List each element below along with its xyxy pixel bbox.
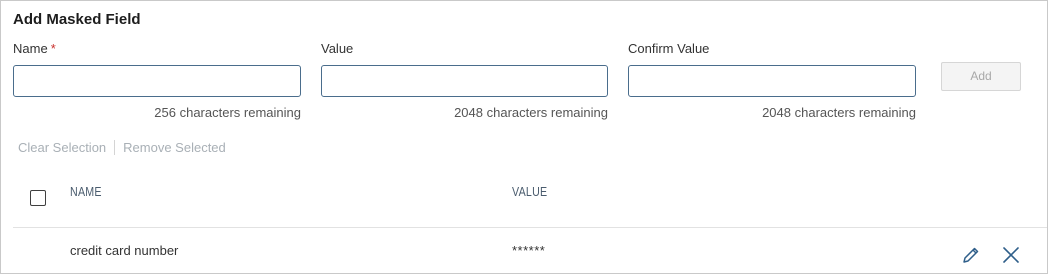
header-divider [13,227,1047,228]
column-header-value[interactable]: VALUE [512,184,547,199]
value-input[interactable] [321,65,608,97]
row-value-cell: ****** [512,243,546,258]
value-label: Value [321,41,354,56]
required-mark: * [50,41,56,56]
confirm-value-input[interactable] [628,65,916,97]
masked-field-panel: Add Masked Field Name * 256 characters re… [0,0,1048,274]
panel-title: Add Masked Field [13,11,141,28]
confirm-value-label: Confirm Value [628,41,710,56]
confirm-value-remaining: 2048 characters remaining [762,105,916,120]
row-name-cell: credit card number [70,243,179,258]
remove-selected-button[interactable]: Remove Selected [123,140,226,155]
name-label-text: Name [13,41,48,56]
selection-actions: Clear Selection Remove Selected [18,140,226,155]
add-button[interactable]: Add [941,62,1021,91]
value-remaining: 2048 characters remaining [454,105,608,120]
clear-selection-button[interactable]: Clear Selection [18,140,106,155]
action-divider [114,140,116,155]
select-all-checkbox[interactable] [30,190,46,206]
column-header-name[interactable]: NAME [70,184,102,199]
close-icon[interactable] [1000,244,1022,266]
name-remaining: 256 characters remaining [154,105,301,120]
name-input[interactable] [13,65,301,97]
name-label: Name * [13,41,56,56]
edit-icon[interactable] [960,244,982,266]
